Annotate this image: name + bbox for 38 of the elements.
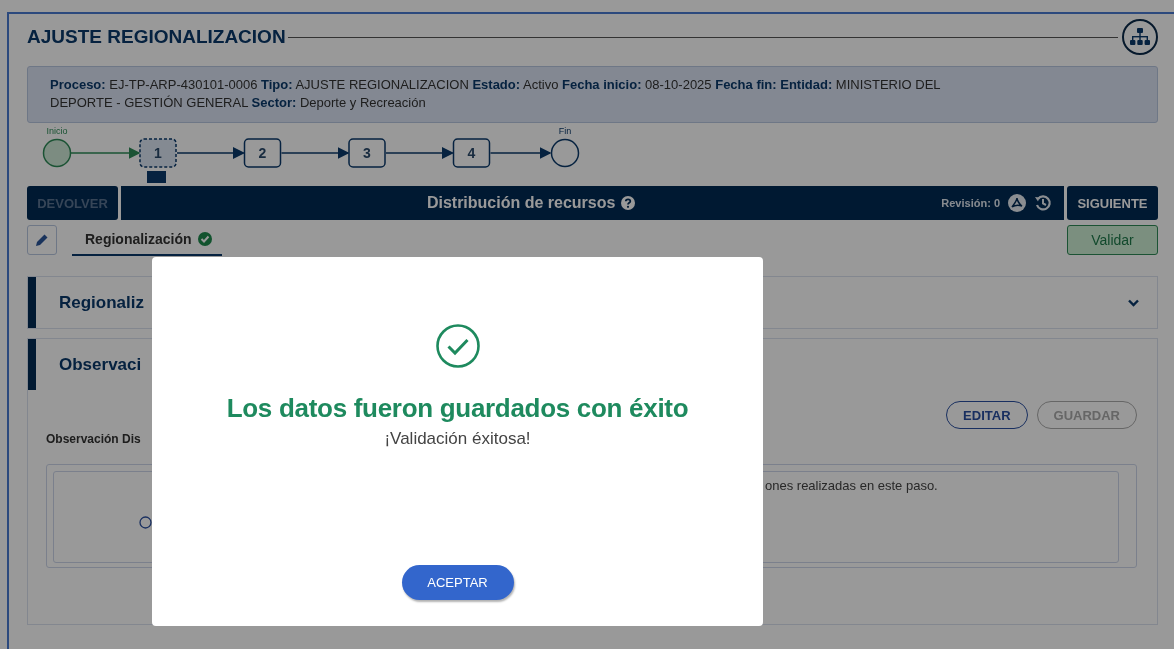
accept-button[interactable]: ACEPTAR [401, 565, 514, 600]
process-info: Proceso: EJ-TP-ARP-430101-0006 Tipo: AJUSTE REGIONALIZACION Estado: Activo Fecha inicio: 08-10-2025 Fecha fin: Entidad: MINISTERIO DEL DEPORTE - GESTIÓN GENERAL Sector: Deporte y Recreación [50, 76, 942, 112]
edit-button[interactable] [27, 225, 57, 255]
circle-icon [139, 516, 152, 529]
pdf-icon[interactable] [1008, 194, 1026, 212]
org-chart-icon [1130, 28, 1150, 46]
revision-label: Revisión: 0 [941, 197, 1000, 209]
history-icon[interactable] [1034, 194, 1052, 212]
modal-title: Los datos fueron guardados con éxito [226, 393, 689, 424]
edit-text-button[interactable]: EDITAR [946, 401, 1028, 429]
step-node[interactable]: 3 [348, 138, 386, 168]
observation-note: ones realizadas en este paso. [765, 478, 939, 493]
end-node [550, 138, 580, 168]
current-step-marker [147, 171, 166, 183]
success-check-icon [435, 324, 480, 368]
end-label: Fin [558, 126, 572, 136]
help-icon[interactable] [621, 196, 636, 210]
flow-arrow [280, 147, 350, 159]
org-chart-button[interactable] [1122, 19, 1158, 55]
start-node [42, 138, 72, 168]
field-label: Observación Dis [46, 432, 141, 446]
panel-title: Regionaliz [59, 292, 145, 313]
flow-arrow [176, 147, 245, 159]
validate-button[interactable]: Validar [1067, 225, 1158, 255]
page-title: AJUSTE REGIONALIZACION [27, 26, 286, 48]
start-label: Inicio [46, 126, 68, 136]
step-title: Distribución de recursos [426, 194, 616, 212]
flow-arrow [489, 147, 552, 159]
pencil-icon [35, 233, 49, 247]
next-button[interactable]: SIGUIENTE [1067, 186, 1158, 220]
flow-arrow [385, 147, 454, 159]
chevron-down-icon[interactable] [1128, 298, 1139, 307]
step-node[interactable]: 2 [243, 138, 282, 168]
flow-arrow [70, 147, 141, 159]
step-node[interactable]: 4 [452, 138, 491, 168]
panel-title: Observaci [59, 354, 143, 375]
modal-message: ¡Validación éxitosa! [384, 429, 531, 449]
step-node[interactable]: 1 [139, 138, 177, 168]
